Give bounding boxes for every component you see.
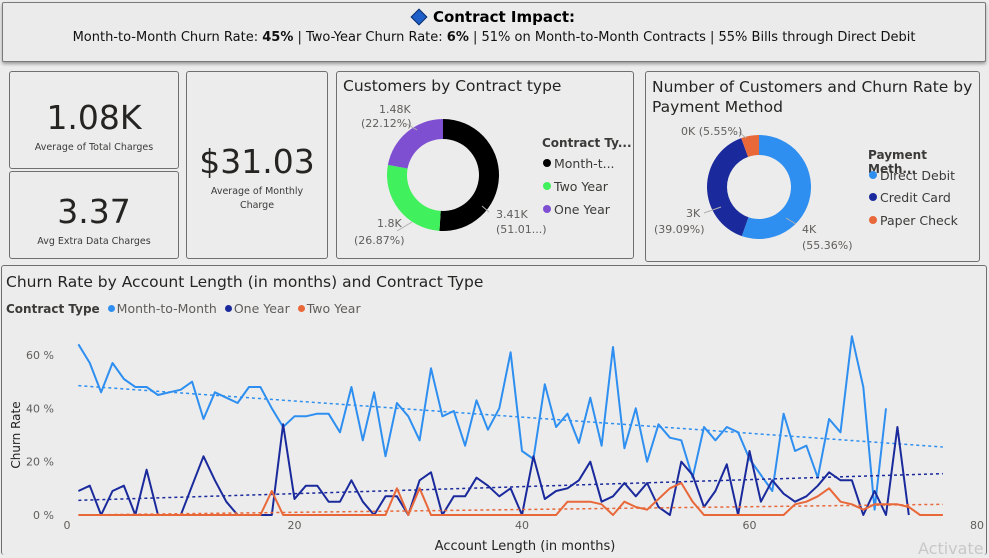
- slice-label-credit-pct: (39.09%): [654, 223, 705, 236]
- legend-label: Paper Check: [880, 213, 958, 228]
- legend-dot: [543, 205, 551, 213]
- trend-line-one-year: [78, 472, 943, 502]
- x-tick-label: 60: [743, 519, 757, 532]
- x-axis-title: Account Length (in months): [435, 539, 616, 554]
- activate-watermark: Activate: [918, 539, 984, 558]
- series-line-one-year[interactable]: [77, 423, 910, 516]
- y-tick-label: 20 %: [26, 456, 54, 469]
- legend-label: Direct Debit: [880, 168, 956, 183]
- slice-credit-card[interactable]: [707, 138, 749, 237]
- churn-line-panel[interactable]: Churn Rate by Account Length (in months)…: [1, 265, 987, 558]
- payment-donut-panel[interactable]: Number of Customers and Churn Rate by Pay…: [645, 71, 980, 262]
- y-tick-label: 0 %: [33, 509, 54, 522]
- x-tick-label: 80: [970, 519, 984, 532]
- legend-label: Two Year: [554, 179, 608, 194]
- contract-legend-one-year[interactable]: One Year: [543, 202, 610, 217]
- payment-legend-credit-card[interactable]: Credit Card: [869, 190, 951, 205]
- legend-dot: [543, 159, 551, 167]
- kpi-extra-data-card[interactable]: 3.37 Avg Extra Data Charges: [9, 171, 179, 259]
- legend-dot: [869, 216, 877, 224]
- trend-line-month-to-month: [78, 384, 943, 448]
- legend-dot: [869, 171, 877, 179]
- x-tick-label: 0: [64, 519, 71, 532]
- legend-label: Credit Card: [880, 190, 951, 205]
- kpi-total-charges-card[interactable]: 1.08K Average of Total Charges: [9, 71, 179, 169]
- banner-title: Contract Impact:: [432, 8, 576, 26]
- x-tick-label: 20: [288, 519, 302, 532]
- banner-title-row: Contract Impact:: [3, 8, 985, 26]
- legend-dot: [543, 182, 551, 190]
- payment-legend-paper-check[interactable]: Paper Check: [869, 213, 958, 228]
- churn-line-chart[interactable]: Churn Rate Account Length (in months) 0 % 2…: [2, 266, 986, 556]
- contract-impact-banner: Contract Impact: Month-to-Month Churn Ra…: [2, 2, 986, 62]
- slice-label-direct-pct: (55.36%): [802, 239, 853, 252]
- kpi-monthly-charge-label-1: Average of Monthly: [210, 186, 304, 197]
- diamond-icon: [410, 8, 428, 26]
- series-line-month-to-month[interactable]: [77, 335, 887, 511]
- kpi-total-charges-value: 1.08K: [46, 98, 142, 137]
- banner-subtitle: Month-to-Month Churn Rate: 45% | Two-Yea…: [3, 30, 985, 45]
- payment-legend-direct-debit[interactable]: Direct Debit: [869, 168, 955, 183]
- two-year-churn-value: 6%: [446, 30, 469, 45]
- kpi-total-charges-label: Average of Total Charges: [34, 142, 154, 153]
- slice-label-paper-check: 0K (5.55%): [681, 125, 743, 138]
- banner-text-3: | 51% on Month-to-Month Contracts | 55% …: [468, 30, 916, 45]
- slice-label-month-count: 3.41K: [496, 208, 528, 221]
- contract-legend-title: Contract Ty...: [542, 136, 632, 150]
- y-tick-label: 60 %: [26, 349, 54, 362]
- legend-label: Month-t...: [554, 156, 615, 171]
- slice-label-month-pct: (51.01...): [496, 223, 547, 236]
- kpi-monthly-charge-label-2: Charge: [239, 200, 275, 211]
- slice-label-two-year-count: 1.8K: [377, 217, 402, 230]
- contract-donut-panel[interactable]: Customers by Contract type 1.48K (22.12%…: [336, 71, 634, 259]
- slice-label-one-year-pct: (22.12%): [361, 117, 412, 130]
- kpi-monthly-charge-card[interactable]: $31.03 Average of Monthly Charge: [186, 71, 328, 259]
- banner-text-2: | Two-Year Churn Rate:: [293, 30, 447, 45]
- x-tick-label: 40: [515, 519, 529, 532]
- slice-label-one-year-count: 1.48K: [379, 103, 411, 116]
- legend-label: One Year: [554, 202, 610, 217]
- kpi-extra-data-value: 3.37: [57, 192, 131, 231]
- slice-label-credit-count: 3K: [686, 207, 701, 220]
- contract-legend-two-year[interactable]: Two Year: [543, 179, 608, 194]
- kpi-monthly-charge-value: $31.03: [199, 142, 315, 181]
- legend-dot: [869, 193, 877, 201]
- slice-label-direct-count: 4K: [802, 223, 817, 236]
- banner-text-1: Month-to-Month Churn Rate:: [72, 30, 263, 45]
- kpi-extra-data-label: Avg Extra Data Charges: [37, 236, 151, 247]
- slice-month-to-month[interactable]: [439, 119, 499, 231]
- contract-legend-month[interactable]: Month-t...: [543, 156, 615, 171]
- slice-label-two-year-pct: (26.87%): [354, 234, 405, 247]
- y-axis-title: Churn Rate: [9, 401, 23, 468]
- trend-line-two-year: [78, 503, 943, 516]
- y-tick-label: 40 %: [26, 402, 54, 415]
- month-churn-value: 45%: [262, 30, 294, 45]
